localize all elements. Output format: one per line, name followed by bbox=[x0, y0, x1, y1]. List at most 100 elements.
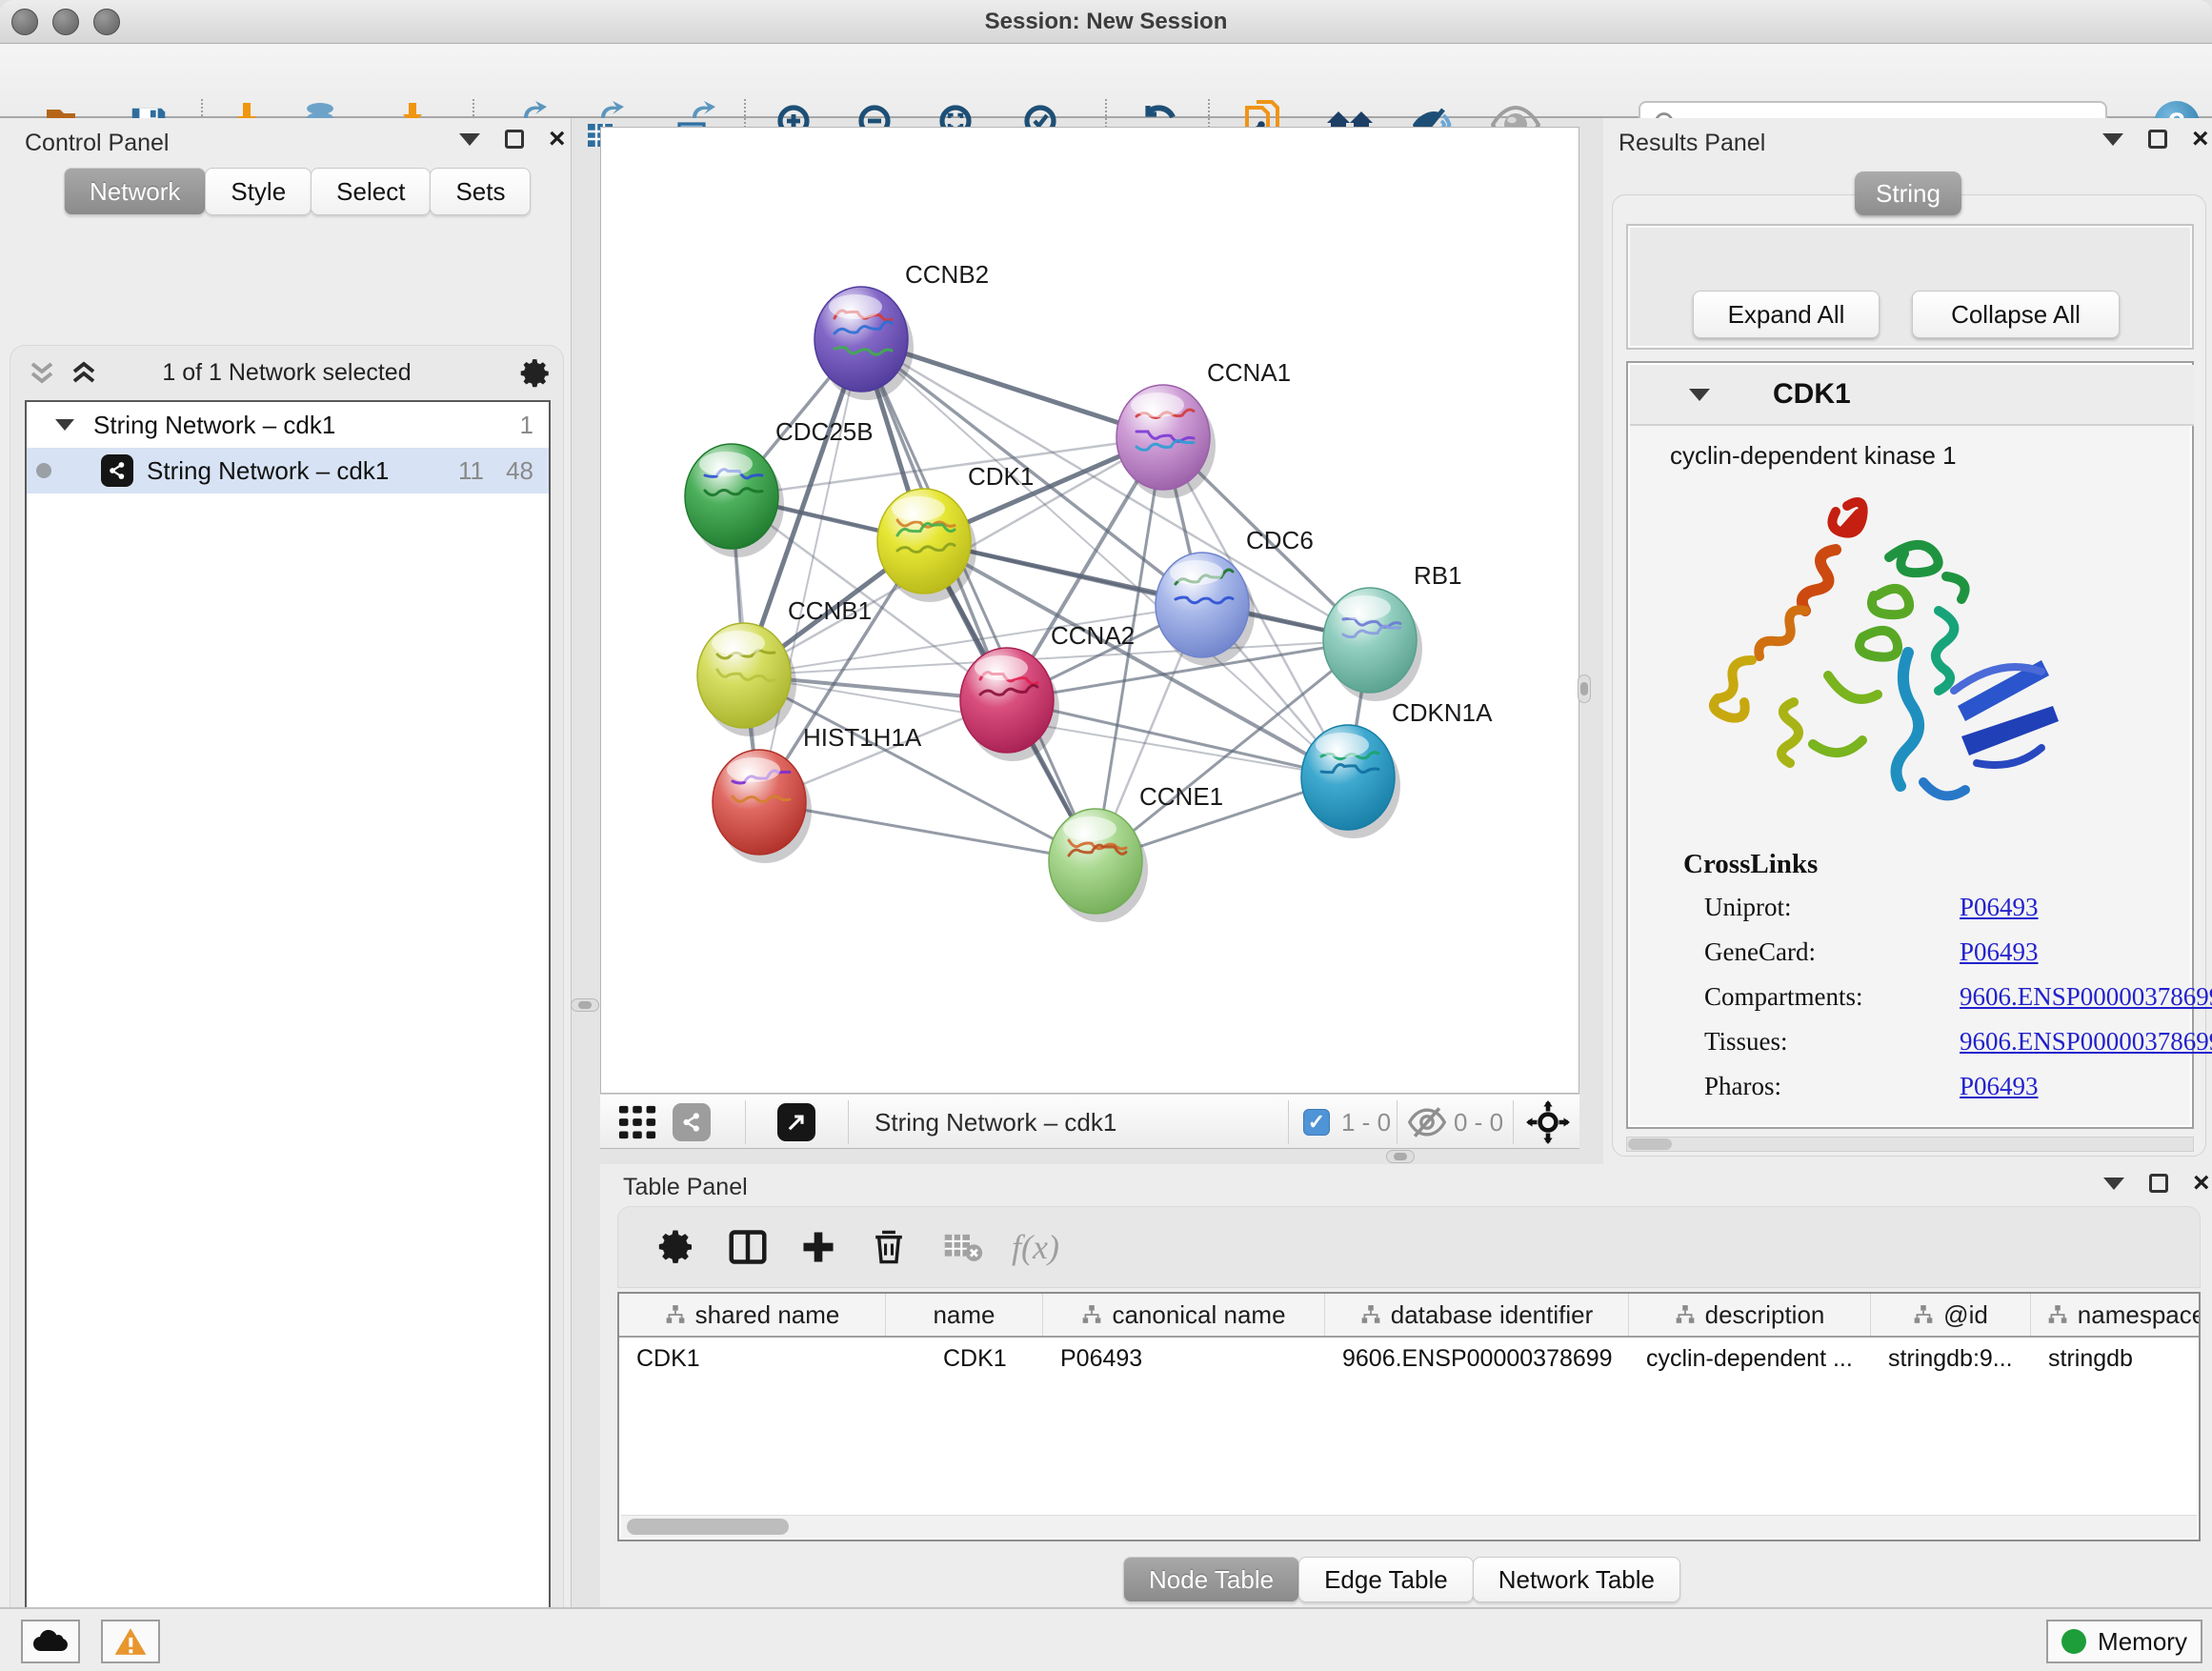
network-node-CCNA1[interactable]: CCNA1 bbox=[1116, 358, 1291, 498]
tab-network[interactable]: Network bbox=[64, 168, 206, 215]
delete-table-icon[interactable] bbox=[937, 1221, 989, 1273]
crosslink-link[interactable]: P06493 bbox=[1960, 937, 2039, 967]
network-node-CDKN1A[interactable]: CDKN1A bbox=[1301, 698, 1493, 838]
network-node-CCNB2[interactable]: CCNB2 bbox=[814, 260, 989, 400]
memory-label: Memory bbox=[2098, 1627, 2187, 1657]
table-gear-icon[interactable] bbox=[652, 1221, 703, 1273]
table-toolbar: f(x) bbox=[617, 1206, 2201, 1288]
network-node-CDC25B[interactable]: CDC25B bbox=[685, 417, 874, 557]
network-node-label: CDKN1A bbox=[1392, 698, 1493, 727]
table-row[interactable]: CDK1 CDK1 P06493 9606.ENSP00000378699 cy… bbox=[619, 1338, 2199, 1379]
column-header-shared-name[interactable]: shared name bbox=[619, 1294, 886, 1336]
left-splitter-handle[interactable] bbox=[571, 998, 599, 1012]
results-panel: Results Panel × String Expand All Collap… bbox=[1603, 118, 2212, 1164]
add-column-icon[interactable] bbox=[793, 1221, 844, 1273]
network-node-CCNA2[interactable]: CCNA2 bbox=[960, 621, 1135, 761]
column-type-icon bbox=[1913, 1304, 1934, 1325]
birds-eye-view-icon[interactable] bbox=[777, 1095, 815, 1150]
collection-count: 1 bbox=[520, 411, 533, 440]
hidden-eye-icon[interactable] bbox=[1406, 1095, 1448, 1150]
table-panel: Table Panel × f(x) bbox=[600, 1164, 2212, 1607]
tab-network-table[interactable]: Network Table bbox=[1473, 1557, 1680, 1602]
crosslink-row: Tissues:9606.ENSP00000378699 bbox=[1704, 1027, 1788, 1057]
main-toolbar: ? bbox=[0, 44, 2212, 118]
crosslink-link[interactable]: P06493 bbox=[1960, 893, 2039, 922]
close-panel-icon[interactable]: × bbox=[2193, 1174, 2210, 1193]
collapse-all-button[interactable]: Collapse All bbox=[1912, 291, 2120, 338]
gene-name: CDK1 bbox=[1773, 378, 1851, 411]
close-panel-icon[interactable]: × bbox=[2192, 130, 2209, 149]
memory-button[interactable]: Memory bbox=[2046, 1620, 2202, 1663]
float-panel-icon[interactable] bbox=[2148, 130, 2167, 149]
network-node-RB1[interactable]: RB1 bbox=[1323, 561, 1462, 701]
gene-section-header[interactable]: CDK1 bbox=[1630, 365, 2194, 426]
column-header-name[interactable]: name bbox=[886, 1294, 1043, 1336]
tab-edge-table[interactable]: Edge Table bbox=[1298, 1557, 1474, 1602]
network-collection-row[interactable]: String Network – cdk1 1 bbox=[27, 402, 549, 448]
expand-collapse-box: Expand All Collapse All bbox=[1626, 224, 2194, 350]
tab-sets[interactable]: Sets bbox=[430, 168, 531, 215]
grid-view-icon[interactable] bbox=[617, 1095, 657, 1150]
table-header-row: shared name name canonical name database… bbox=[619, 1294, 2199, 1338]
table-tabs: Node Table Edge Table Network Table bbox=[1124, 1557, 1680, 1602]
horizontal-splitter-handle[interactable] bbox=[1386, 1150, 1415, 1163]
right-splitter-handle[interactable] bbox=[1578, 674, 1591, 703]
network-node-CDK1[interactable]: CDK1 bbox=[877, 462, 1034, 602]
results-panel-header-buttons: × bbox=[2102, 130, 2209, 149]
table-horizontal-scrollbar[interactable] bbox=[621, 1515, 2197, 1538]
crosslink-label: Pharos: bbox=[1704, 1072, 1781, 1100]
network-node-label: CDC25B bbox=[775, 417, 874, 446]
fx-function-icon[interactable]: f(x) bbox=[1010, 1221, 1061, 1273]
warning-status-button[interactable] bbox=[101, 1620, 160, 1663]
tab-node-table[interactable]: Node Table bbox=[1123, 1557, 1299, 1602]
title-bar: Session: New Session bbox=[0, 0, 2212, 44]
close-panel-icon[interactable]: × bbox=[549, 130, 566, 149]
crosslink-link[interactable]: P06493 bbox=[1960, 1072, 2039, 1101]
column-header-canonical-name[interactable]: canonical name bbox=[1043, 1294, 1325, 1336]
control-panel: Control Panel × Network Style Select Set… bbox=[0, 118, 572, 1607]
network-node-label: CCNE1 bbox=[1139, 782, 1223, 811]
network-share-view-icon[interactable] bbox=[673, 1095, 711, 1150]
network-node-label: HIST1H1A bbox=[803, 723, 922, 752]
network-edge[interactable] bbox=[861, 339, 1096, 861]
float-panel-icon[interactable] bbox=[2149, 1174, 2168, 1193]
crosslink-label: Uniprot: bbox=[1704, 893, 1792, 921]
results-scrollbar[interactable] bbox=[1626, 1137, 2194, 1152]
current-network-title: String Network – cdk1 bbox=[875, 1095, 1116, 1150]
scrollbar-thumb[interactable] bbox=[627, 1519, 789, 1535]
crosslink-link[interactable]: 9606.ENSP00000378699 bbox=[1960, 982, 2212, 1012]
crosslink-row: Compartments:9606.ENSP00000378699 bbox=[1704, 982, 1862, 1012]
cloud-status-button[interactable] bbox=[21, 1620, 80, 1663]
crosslink-link[interactable]: 9606.ENSP00000378699 bbox=[1960, 1027, 2212, 1057]
panel-menu-icon[interactable] bbox=[459, 133, 480, 146]
column-header-database-identifier[interactable]: database identifier bbox=[1325, 1294, 1629, 1336]
network-canvas[interactable]: CCNB2CCNA1CDC25BCDK1CDC6RB1CCNB1CCNA2CDK… bbox=[600, 127, 1579, 1094]
column-header-id[interactable]: @id bbox=[1871, 1294, 2031, 1336]
panel-menu-icon[interactable] bbox=[2103, 1178, 2124, 1190]
delete-column-icon[interactable] bbox=[863, 1221, 915, 1273]
expand-all-button[interactable]: Expand All bbox=[1693, 291, 1880, 338]
strip-separator bbox=[848, 1100, 849, 1144]
gear-icon[interactable] bbox=[520, 357, 553, 390]
network-node-label: CCNB2 bbox=[905, 260, 989, 289]
selected-nodes-checkbox[interactable]: ✓ bbox=[1303, 1095, 1330, 1150]
network-row[interactable]: String Network – cdk1 11 48 bbox=[27, 448, 549, 493]
show-columns-icon[interactable] bbox=[722, 1221, 774, 1273]
tab-select[interactable]: Select bbox=[311, 168, 431, 215]
float-panel-icon[interactable] bbox=[505, 130, 524, 149]
collection-expand-icon[interactable] bbox=[55, 419, 74, 431]
network-node-label: CCNA1 bbox=[1207, 358, 1291, 387]
memory-status-dot bbox=[2061, 1629, 2086, 1654]
tab-string[interactable]: String bbox=[1855, 171, 1961, 215]
control-panel-title: Control Panel bbox=[25, 130, 169, 157]
pan-crosshair-icon[interactable] bbox=[1526, 1095, 1570, 1150]
gene-collapse-icon[interactable] bbox=[1689, 389, 1710, 401]
column-header-namespace[interactable]: namespace bbox=[2031, 1294, 2201, 1336]
panel-menu-icon[interactable] bbox=[2102, 133, 2123, 146]
tab-style[interactable]: Style bbox=[205, 168, 312, 215]
network-node-count: 11 bbox=[458, 456, 484, 486]
column-header-description[interactable]: description bbox=[1629, 1294, 1871, 1336]
cell-name: CDK1 bbox=[886, 1345, 1043, 1373]
network-node-HIST1H1A[interactable]: HIST1H1A bbox=[713, 723, 922, 863]
network-node-CCNE1[interactable]: CCNE1 bbox=[1049, 782, 1223, 922]
